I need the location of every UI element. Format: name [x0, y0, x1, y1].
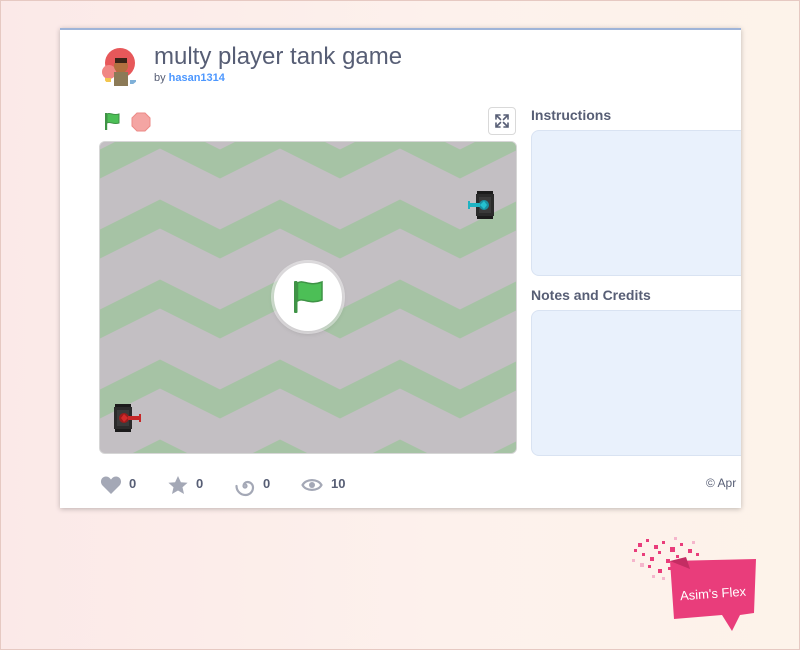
- green-flag-icon: [294, 280, 323, 313]
- star-icon: [168, 476, 188, 494]
- by-label: by: [154, 72, 166, 84]
- tank-icon: [114, 404, 141, 432]
- view-count: 10: [331, 476, 346, 491]
- watermark-logo: [632, 537, 756, 631]
- instructions-heading: Instructions: [531, 107, 612, 123]
- love-count: 0: [129, 476, 137, 491]
- project-byline: by hasan1314: [154, 72, 225, 84]
- instructions-panel[interactable]: [531, 130, 741, 276]
- eye-icon: [301, 479, 323, 491]
- copyright-text: © Apr: [706, 476, 737, 490]
- fullscreen-icon: [495, 114, 509, 128]
- notes-credits-heading: Notes and Credits: [531, 287, 651, 303]
- project-stage[interactable]: [99, 141, 517, 454]
- project-card: multy player tank game by hasan1314 Inst…: [60, 28, 741, 508]
- notes-credits-panel[interactable]: [531, 310, 741, 456]
- stop-button[interactable]: [131, 112, 151, 132]
- fullscreen-button[interactable]: [488, 107, 516, 135]
- favorite-count: 0: [196, 476, 204, 491]
- project-title: multy player tank game: [154, 43, 403, 70]
- author-avatar[interactable]: [100, 46, 142, 88]
- play-overlay-button[interactable]: [274, 263, 342, 331]
- tank-icon: [468, 191, 494, 219]
- red-tank-sprite: [112, 403, 144, 438]
- green-flag-icon: [105, 112, 120, 130]
- green-flag-button[interactable]: [100, 110, 124, 134]
- heart-icon: [100, 476, 122, 494]
- remix-count: 0: [263, 476, 271, 491]
- blue-tank-sprite: [467, 190, 497, 225]
- author-link[interactable]: hasan1314: [169, 72, 225, 84]
- remix-spiral-icon: [235, 480, 255, 497]
- stop-sign-icon: [131, 112, 151, 132]
